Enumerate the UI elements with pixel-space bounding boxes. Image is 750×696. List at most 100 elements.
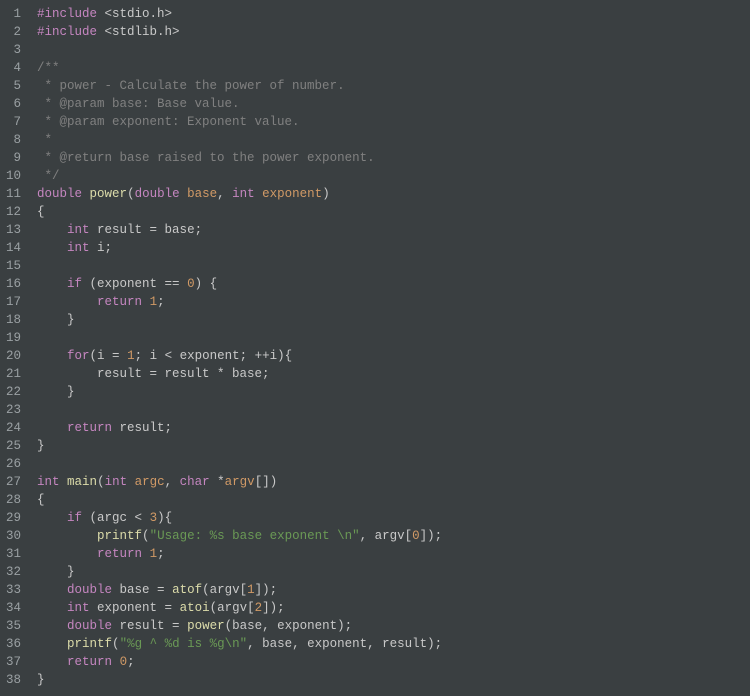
line-number: 22 — [6, 383, 21, 401]
code-line[interactable]: */ — [37, 167, 442, 185]
line-number: 1 — [6, 5, 21, 23]
token-plain: result = result * base; — [37, 367, 270, 381]
line-number: 32 — [6, 563, 21, 581]
code-line[interactable]: double result = power(base, exponent); — [37, 617, 442, 635]
token-call: printf — [97, 529, 142, 543]
code-line[interactable] — [37, 329, 442, 347]
token-plain — [37, 349, 67, 363]
code-line[interactable]: * — [37, 131, 442, 149]
code-line[interactable]: { — [37, 203, 442, 221]
token-plain: ; — [157, 547, 165, 561]
code-line[interactable]: /** — [37, 59, 442, 77]
code-line[interactable]: return result; — [37, 419, 442, 437]
token-plain — [37, 583, 67, 597]
code-line[interactable]: #include <stdlib.h> — [37, 23, 442, 41]
token-plain: ; — [127, 655, 135, 669]
code-line[interactable]: return 1; — [37, 545, 442, 563]
line-number: 18 — [6, 311, 21, 329]
token-funcname: main — [67, 475, 97, 489]
token-type: int — [232, 187, 255, 201]
code-line[interactable]: double power(double base, int exponent) — [37, 185, 442, 203]
code-line[interactable]: } — [37, 383, 442, 401]
token-type: double — [37, 187, 82, 201]
code-line[interactable]: return 1; — [37, 293, 442, 311]
code-area[interactable]: #include <stdio.h>#include <stdlib.h> /*… — [31, 5, 442, 689]
token-comment: * — [37, 133, 52, 147]
token-num: 0 — [187, 277, 195, 291]
token-plain: , — [165, 475, 180, 489]
token-plain: ( — [112, 637, 120, 651]
token-call: atoi — [180, 601, 210, 615]
token-plain: <stdio.h> — [97, 7, 172, 21]
code-line[interactable] — [37, 455, 442, 473]
code-line[interactable]: printf("Usage: %s base exponent \n", arg… — [37, 527, 442, 545]
code-line[interactable]: * @param base: Base value. — [37, 95, 442, 113]
token-plain: <stdlib.h> — [97, 25, 180, 39]
line-number: 34 — [6, 599, 21, 617]
line-number: 29 — [6, 509, 21, 527]
code-line[interactable]: for(i = 1; i < exponent; ++i){ — [37, 347, 442, 365]
code-line[interactable]: } — [37, 563, 442, 581]
token-plain — [37, 601, 67, 615]
token-plain: } — [37, 313, 75, 327]
code-line[interactable]: * @return base raised to the power expon… — [37, 149, 442, 167]
token-type: double — [67, 583, 112, 597]
token-type: int — [67, 223, 90, 237]
token-type: double — [67, 619, 112, 633]
token-num: 1 — [150, 295, 158, 309]
token-plain — [37, 619, 67, 633]
token-kw: return — [67, 655, 112, 669]
code-line[interactable]: } — [37, 671, 442, 689]
code-editor[interactable]: 1234567891011121314151617181920212223242… — [0, 0, 750, 689]
token-string: "Usage: %s base exponent \n" — [150, 529, 360, 543]
token-kw: return — [97, 547, 142, 561]
line-number: 20 — [6, 347, 21, 365]
token-plain: result; — [112, 421, 172, 435]
code-line[interactable] — [37, 401, 442, 419]
code-line[interactable]: int exponent = atoi(argv[2]); — [37, 599, 442, 617]
token-comment: * @param exponent: Exponent value. — [37, 115, 300, 129]
token-num: 1 — [150, 547, 158, 561]
code-line[interactable]: int result = base; — [37, 221, 442, 239]
token-preproc: #include — [37, 25, 97, 39]
code-line[interactable]: printf("%g ^ %d is %g\n", base, exponent… — [37, 635, 442, 653]
code-line[interactable] — [37, 41, 442, 59]
token-plain: (argc < — [82, 511, 150, 525]
token-plain: , — [217, 187, 232, 201]
code-line[interactable]: if (argc < 3){ — [37, 509, 442, 527]
token-plain — [180, 187, 188, 201]
code-line[interactable]: * power - Calculate the power of number. — [37, 77, 442, 95]
token-preproc: #include — [37, 7, 97, 21]
code-line[interactable]: if (exponent == 0) { — [37, 275, 442, 293]
code-line[interactable]: } — [37, 437, 442, 455]
line-number: 24 — [6, 419, 21, 437]
token-plain — [37, 295, 97, 309]
token-num: 1 — [247, 583, 255, 597]
code-line[interactable]: * @param exponent: Exponent value. — [37, 113, 442, 131]
token-brace: } — [37, 439, 45, 453]
code-line[interactable]: } — [37, 311, 442, 329]
token-call: atof — [172, 583, 202, 597]
token-plain — [82, 187, 90, 201]
token-kw: return — [67, 421, 112, 435]
token-plain: ) { — [195, 277, 218, 291]
token-plain: (i = — [90, 349, 128, 363]
line-number: 26 — [6, 455, 21, 473]
code-line[interactable]: #include <stdio.h> — [37, 5, 442, 23]
token-plain: ) — [322, 187, 330, 201]
token-plain: ]); — [420, 529, 443, 543]
code-line[interactable]: { — [37, 491, 442, 509]
code-line[interactable]: result = result * base; — [37, 365, 442, 383]
line-number: 17 — [6, 293, 21, 311]
code-line[interactable]: double base = atof(argv[1]); — [37, 581, 442, 599]
code-line[interactable]: int main(int argc, char *argv[]) — [37, 473, 442, 491]
token-plain: (argv[ — [210, 601, 255, 615]
code-line[interactable] — [37, 257, 442, 275]
token-plain: base = — [112, 583, 172, 597]
token-comment: * @return base raised to the power expon… — [37, 151, 375, 165]
code-line[interactable]: return 0; — [37, 653, 442, 671]
code-line[interactable]: int i; — [37, 239, 442, 257]
token-plain: ; i < exponent; ++i){ — [135, 349, 293, 363]
token-plain — [127, 475, 135, 489]
line-number: 33 — [6, 581, 21, 599]
